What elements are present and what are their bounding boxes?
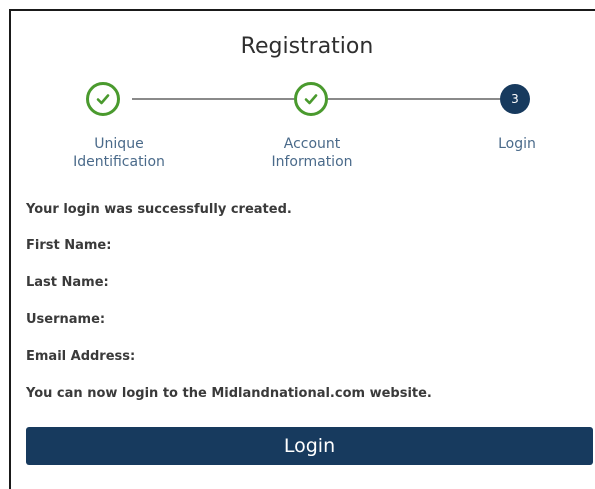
step-1-label: Unique Identification: [54, 135, 184, 171]
username-label: Username:: [26, 312, 106, 327]
step-2-check-icon: [294, 82, 328, 116]
step-3-label: Login: [452, 135, 582, 153]
step-1-check-icon: [86, 82, 120, 116]
stepper-connector: [328, 98, 500, 100]
step-3-label-line1: Login: [498, 136, 536, 152]
step-1-label-line1: Unique: [94, 136, 144, 152]
check-icon: [96, 94, 110, 105]
email-address-label: Email Address:: [26, 349, 136, 364]
info-message: You can now login to the Midlandnational…: [26, 386, 432, 401]
first-name-label: First Name:: [26, 238, 112, 253]
step-2-label-line2: Information: [271, 154, 353, 170]
last-name-label: Last Name:: [26, 275, 109, 290]
step-2-label: Account Information: [247, 135, 377, 171]
page-title: Registration: [240, 34, 374, 59]
login-button[interactable]: Login: [26, 427, 593, 465]
step-1-label-line2: Identification: [73, 154, 165, 170]
success-message: Your login was successfully created.: [26, 202, 292, 217]
step-2-label-line1: Account: [283, 136, 341, 152]
step-3-number-badge: 3: [500, 84, 530, 114]
check-icon: [304, 94, 318, 105]
stepper-connector: [132, 98, 294, 100]
